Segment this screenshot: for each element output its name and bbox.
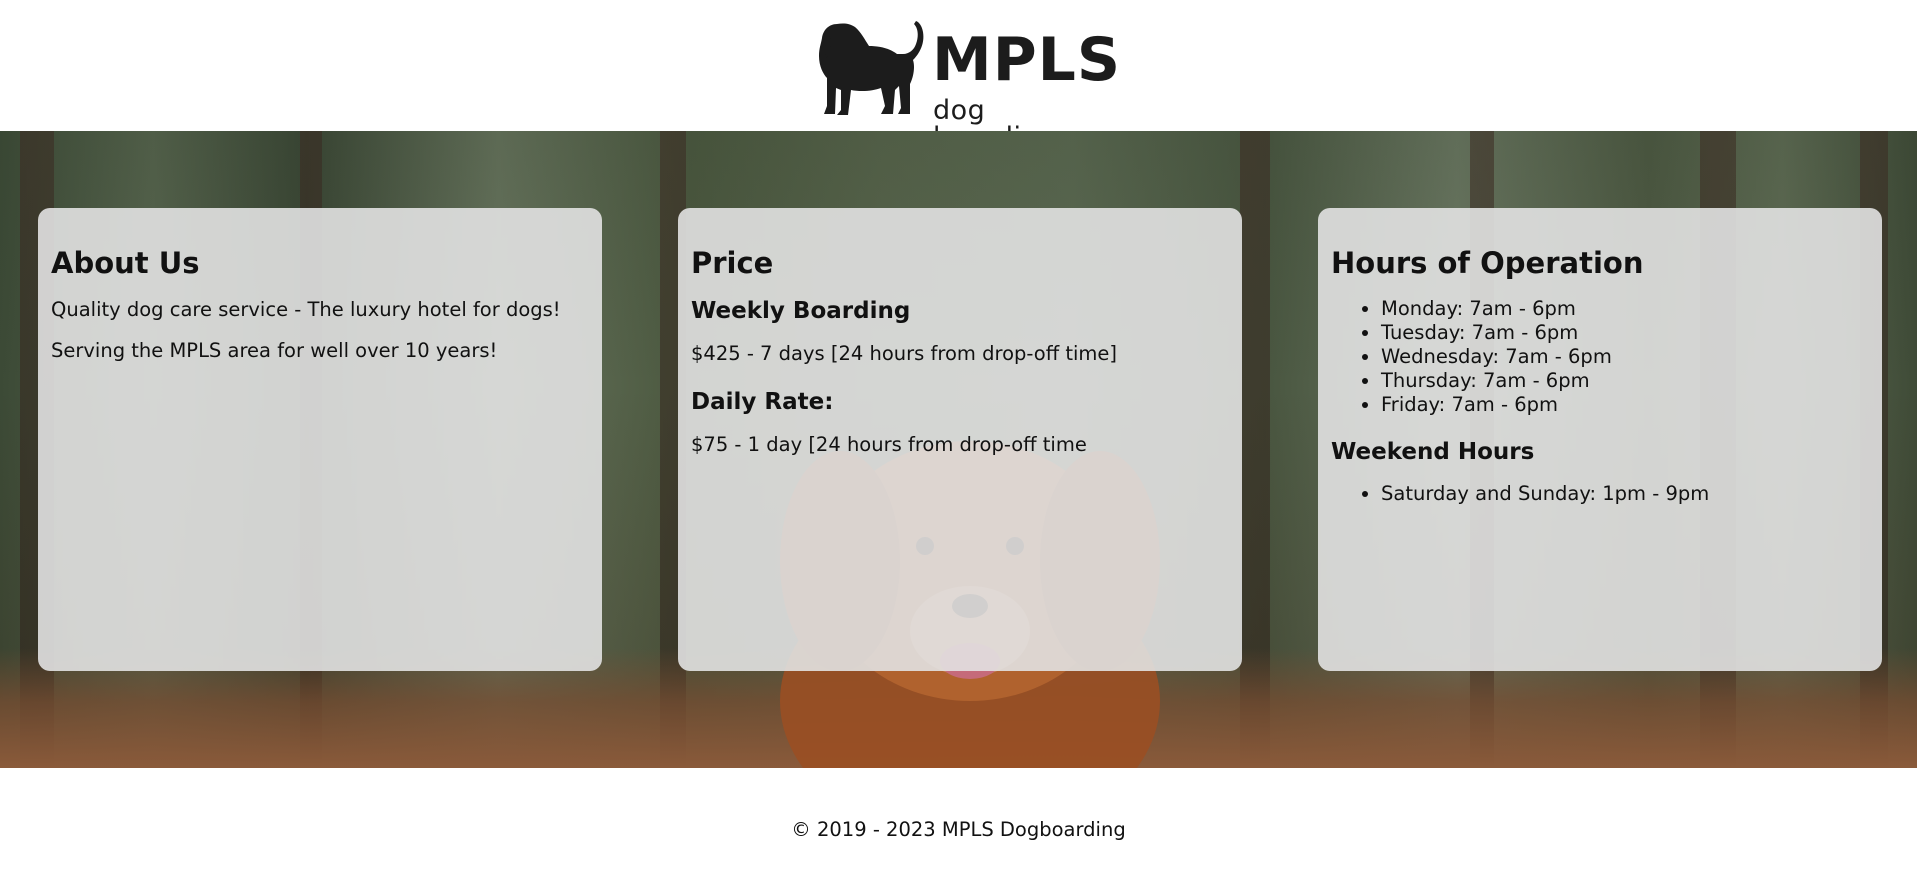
list-item: Monday: 7am - 6pm [1381,297,1869,321]
about-paragraph: Quality dog care service - The luxury ho… [51,297,561,321]
weekend-hours-list: Saturday and Sunday: 1pm - 9pm [1331,482,1869,506]
price-card: Price Weekly Boarding $425 - 7 days [24 … [678,208,1242,671]
daily-rate-price: $75 - 1 day [24 hours from drop-off time [691,432,1087,456]
copyright-text: © 2019 - 2023 MPLS Dogboarding [791,818,1126,841]
list-item: Saturday and Sunday: 1pm - 9pm [1381,482,1869,506]
list-item: Friday: 7am - 6pm [1381,393,1869,417]
list-item: Wednesday: 7am - 6pm [1381,345,1869,369]
weekday-hours-list: Monday: 7am - 6pm Tuesday: 7am - 6pm Wed… [1331,297,1869,418]
brand-logo[interactable]: MPLS dog boarding [815,18,1120,151]
hours-card: Hours of Operation Monday: 7am - 6pm Tue… [1318,208,1882,671]
dog-silhouette-icon [819,21,924,115]
about-card: About Us Quality dog care service - The … [38,208,602,671]
daily-rate-heading: Daily Rate: [691,389,834,416]
weekly-boarding-price: $425 - 7 days [24 hours from drop-off ti… [691,341,1118,365]
hours-heading: Hours of Operation [1331,246,1644,280]
about-paragraph: Serving the MPLS area for well over 10 y… [51,339,498,363]
list-item: Thursday: 7am - 6pm [1381,369,1869,393]
list-item: Tuesday: 7am - 6pm [1381,321,1869,345]
weekend-hours-heading: Weekend Hours [1331,438,1535,465]
about-heading: About Us [51,246,200,280]
price-heading: Price [691,246,774,280]
site-footer: © 2019 - 2023 MPLS Dogboarding [0,768,1917,896]
brand-title: MPLS [932,25,1122,95]
site-header: MPLS dog boarding [0,0,1917,151]
weekly-boarding-heading: Weekly Boarding [691,297,911,324]
